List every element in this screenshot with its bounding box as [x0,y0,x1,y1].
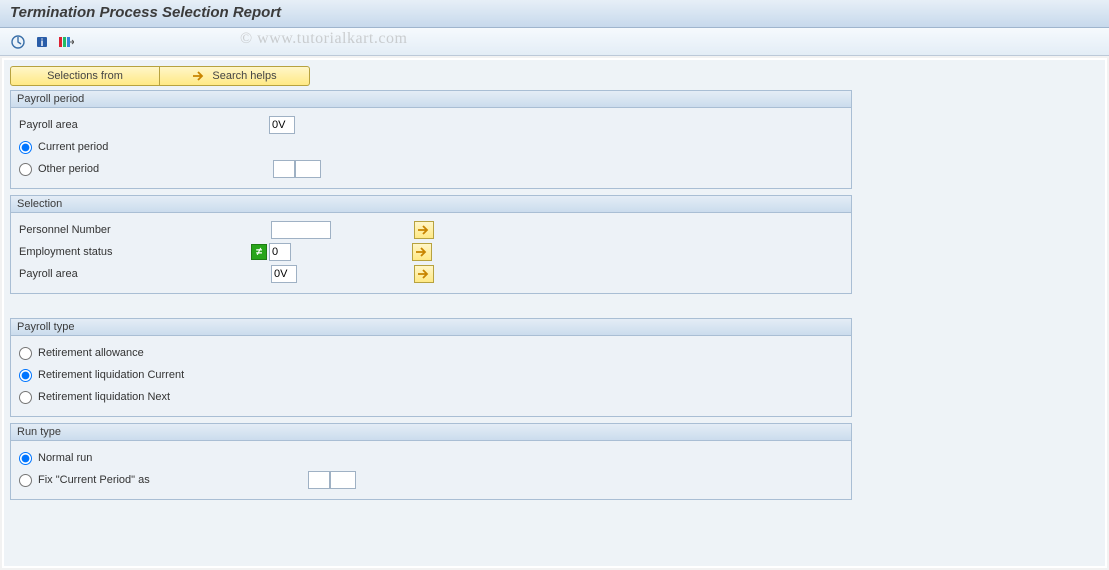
fix-current-period-to-input[interactable] [330,471,356,489]
retirement-allowance-label: Retirement allowance [38,347,144,359]
arrow-right-icon [192,71,206,81]
toolbar: i © www.tutorialkart.com [0,28,1109,56]
group-payroll-type: Payroll type Retirement allowance Retire… [10,318,852,417]
not-equal-icon[interactable]: ≠ [251,244,267,260]
other-period-from-input[interactable] [273,160,295,178]
personnel-number-multiselect-button[interactable] [414,221,434,239]
variants-icon[interactable] [56,32,76,52]
search-helps-button[interactable]: Search helps [160,66,310,86]
fix-current-period-from-input[interactable] [308,471,330,489]
svg-text:i: i [41,38,44,49]
arrow-right-icon [418,225,430,235]
personnel-number-label: Personnel Number [19,224,271,236]
form-area: Selections from Search helps Payroll per… [2,58,1107,568]
group-run-type: Run type Normal run Fix "Current Period"… [10,423,852,500]
group-header-selection: Selection [11,196,851,213]
page-title: Termination Process Selection Report [10,4,1099,21]
employment-status-label: Employment status [19,246,251,258]
selection-payroll-area-label: Payroll area [19,268,271,280]
execute-icon[interactable] [8,32,28,52]
employment-status-input[interactable] [269,243,291,261]
payroll-area-input[interactable] [269,116,295,134]
group-header-run-type: Run type [11,424,851,441]
group-header-payroll-type: Payroll type [11,319,851,336]
arrow-right-icon [418,269,430,279]
title-bar: Termination Process Selection Report [0,0,1109,28]
fix-current-period-label: Fix "Current Period" as [38,474,308,486]
search-helps-label: Search helps [212,70,276,82]
retirement-liq-next-radio[interactable] [19,391,32,404]
group-header-payroll-period: Payroll period [11,91,851,108]
employment-status-multiselect-button[interactable] [412,243,432,261]
selections-from-button[interactable]: Selections from [10,66,160,86]
retirement-liq-current-label: Retirement liquidation Current [38,369,184,381]
other-period-to-input[interactable] [295,160,321,178]
current-period-label: Current period [38,141,108,153]
other-period-label: Other period [38,163,273,175]
selections-from-label: Selections from [47,70,123,82]
normal-run-radio[interactable] [19,452,32,465]
normal-run-label: Normal run [38,452,92,464]
group-payroll-period: Payroll period Payroll area Current peri… [10,90,852,189]
watermark: © www.tutorialkart.com [240,30,407,48]
info-icon[interactable]: i [32,32,52,52]
group-selection: Selection Personnel Number Employment st… [10,195,852,294]
personnel-number-input[interactable] [271,221,331,239]
payroll-area-label: Payroll area [19,119,269,131]
current-period-radio[interactable] [19,141,32,154]
retirement-liq-current-radio[interactable] [19,369,32,382]
fix-current-period-radio[interactable] [19,474,32,487]
other-period-radio[interactable] [19,163,32,176]
selection-payroll-area-input[interactable] [271,265,297,283]
retirement-liq-next-label: Retirement liquidation Next [38,391,170,403]
selection-payroll-area-multiselect-button[interactable] [414,265,434,283]
retirement-allowance-radio[interactable] [19,347,32,360]
action-button-row: Selections from Search helps [10,66,1099,86]
arrow-right-icon [416,247,428,257]
